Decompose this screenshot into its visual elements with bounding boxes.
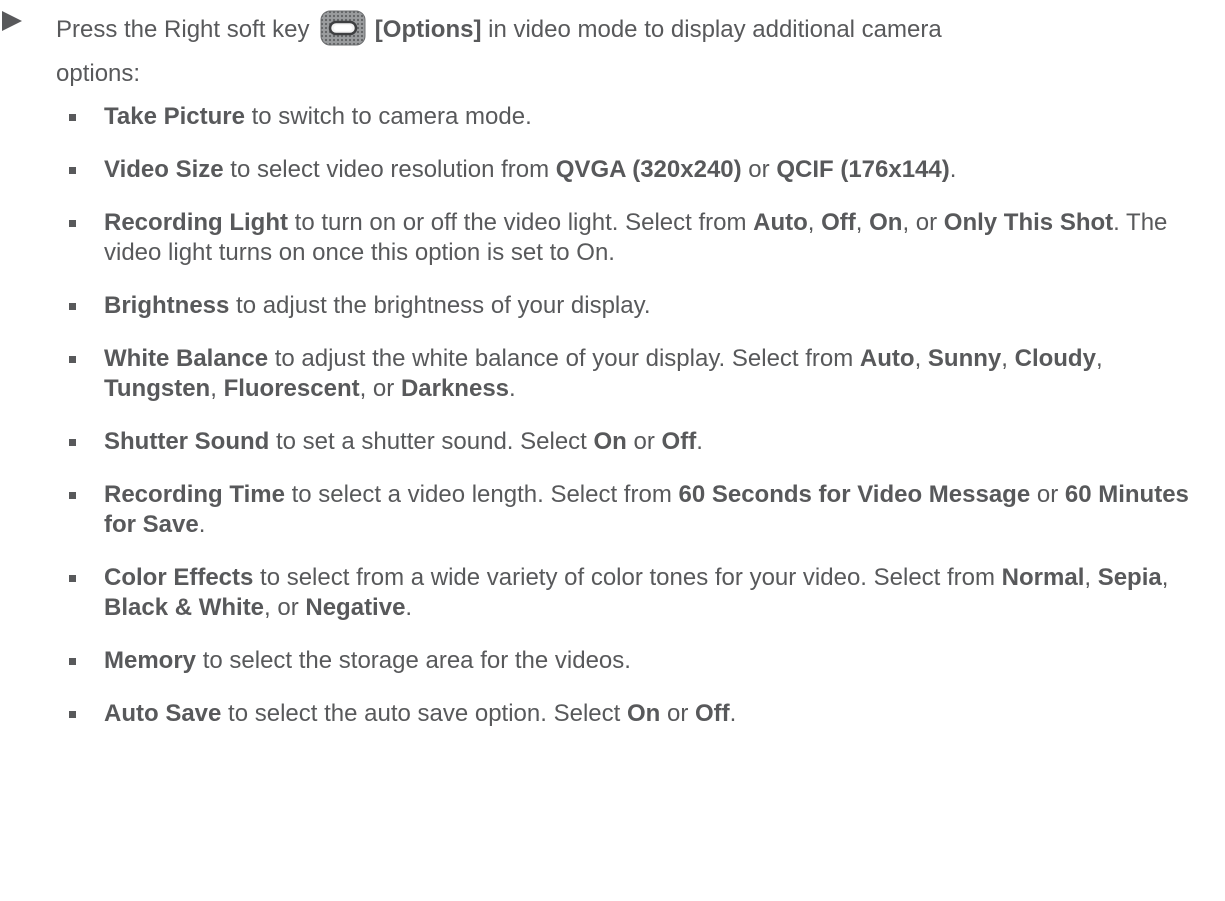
- list-item-brightness: Brightness to adjust the brightness of y…: [0, 291, 1220, 321]
- square-bullet-icon: [69, 439, 76, 446]
- option-desc: ,: [855, 209, 870, 236]
- option-name: Recording Time: [104, 481, 285, 508]
- option-desc: .: [729, 700, 737, 727]
- option-name: Recording Light: [104, 209, 288, 236]
- right-softkey-icon: [320, 10, 366, 46]
- option-desc: ,: [1161, 564, 1169, 591]
- option-value: Normal: [1001, 564, 1085, 591]
- option-desc: or: [660, 700, 695, 727]
- option-value: On: [593, 428, 627, 455]
- list-item-shutter-sound: Shutter Sound to set a shutter sound. Se…: [0, 427, 1220, 457]
- option-desc: ,: [914, 345, 928, 372]
- option-desc: ,: [210, 375, 224, 402]
- option-desc: to adjust the white balance of your disp…: [268, 345, 860, 372]
- option-desc: to turn on or off the video light. Selec…: [287, 209, 754, 236]
- option-value: 60 Seconds for Video Message: [678, 481, 1031, 508]
- square-bullet-icon: [69, 220, 76, 227]
- option-value: QCIF (176x144): [776, 156, 950, 183]
- option-value: Black & White: [104, 594, 265, 621]
- option-name: Auto Save: [104, 700, 222, 727]
- option-desc: .: [696, 428, 703, 455]
- list-item-color-effects: Color Effects to select from a wide vari…: [0, 563, 1220, 623]
- option-name: Color Effects: [104, 564, 254, 591]
- option-desc: to select a video length. Select from: [284, 481, 679, 508]
- intro-post-line2: options:: [56, 60, 141, 87]
- option-value: Negative: [305, 594, 406, 621]
- option-desc: or: [1030, 481, 1065, 508]
- list-item-recording-light: Recording Light to turn on or off the vi…: [0, 208, 1220, 268]
- option-value: On: [869, 209, 903, 236]
- option-value: QVGA (320x240): [555, 156, 742, 183]
- option-desc: to adjust the brightness of your display…: [229, 292, 651, 319]
- option-desc: to select from a wide variety of color t…: [253, 564, 1002, 591]
- intro-post-line1: in video mode to display additional came…: [481, 16, 942, 43]
- option-name: White Balance: [104, 345, 269, 372]
- list-item-video-size: Video Size to select video resolution fr…: [0, 155, 1220, 185]
- option-desc: .: [198, 511, 206, 538]
- option-name: Brightness: [104, 292, 230, 319]
- square-bullet-icon: [69, 114, 76, 121]
- option-value: Off: [694, 700, 730, 727]
- list-item-memory: Memory to select the storage area for th…: [0, 646, 1220, 676]
- option-value: Sepia: [1097, 564, 1162, 591]
- option-desc: ,: [1001, 345, 1015, 372]
- option-desc: .: [509, 375, 516, 402]
- option-desc: ,: [807, 209, 822, 236]
- intro-paragraph: Press the Right soft key [Options] in vi…: [0, 8, 1215, 96]
- option-value: On: [626, 700, 661, 727]
- option-value: Only This Shot: [943, 209, 1114, 236]
- option-desc: to select video resolution from: [223, 156, 556, 183]
- option-value: Auto: [859, 345, 915, 372]
- intro-pre: Press the Right soft key: [56, 16, 310, 43]
- option-desc: , or: [359, 375, 401, 402]
- square-bullet-icon: [69, 167, 76, 174]
- list-item-white-balance: White Balance to adjust the white balanc…: [0, 344, 1220, 404]
- camera-options-list: Take Picture to switch to camera mode. V…: [0, 102, 1220, 752]
- option-value: Fluorescent: [223, 375, 360, 402]
- option-desc: or: [626, 428, 662, 455]
- option-value: Tungsten: [104, 375, 211, 402]
- square-bullet-icon: [69, 575, 76, 582]
- square-bullet-icon: [69, 492, 76, 499]
- arrow-bullet-icon: [2, 11, 22, 31]
- option-desc: .: [405, 594, 413, 621]
- list-item-auto-save: Auto Save to select the auto save option…: [0, 699, 1220, 729]
- option-name: Memory: [104, 647, 197, 674]
- list-item-recording-time: Recording Time to select a video length.…: [0, 480, 1220, 540]
- list-item-take-picture: Take Picture to switch to camera mode.: [0, 102, 1220, 132]
- square-bullet-icon: [69, 356, 76, 363]
- option-desc: , or: [902, 209, 944, 236]
- option-value: Off: [661, 428, 697, 455]
- option-name: Shutter Sound: [104, 428, 270, 455]
- option-desc: .: [949, 156, 957, 183]
- square-bullet-icon: [69, 303, 76, 310]
- option-desc: , or: [264, 594, 306, 621]
- option-desc: to switch to camera mode.: [244, 103, 532, 130]
- option-desc: to set a shutter sound. Select: [269, 428, 594, 455]
- square-bullet-icon: [69, 711, 76, 718]
- square-bullet-icon: [69, 658, 76, 665]
- option-desc: to select the storage area for the video…: [196, 647, 631, 674]
- options-key-label: [Options]: [374, 16, 482, 43]
- option-desc: ,: [1084, 564, 1098, 591]
- intro-text: Press the Right soft key [Options] in vi…: [56, 8, 1215, 96]
- option-value: Auto: [753, 209, 808, 236]
- option-value: Off: [821, 209, 856, 236]
- option-name: Video Size: [104, 156, 224, 183]
- option-desc: to select the auto save option. Select: [221, 700, 627, 727]
- option-value: Cloudy: [1014, 345, 1096, 372]
- option-name: Take Picture: [104, 103, 245, 130]
- option-value: Darkness: [400, 375, 510, 402]
- option-value: Sunny: [927, 345, 1002, 372]
- option-desc: or: [741, 156, 777, 183]
- option-desc: ,: [1095, 345, 1103, 372]
